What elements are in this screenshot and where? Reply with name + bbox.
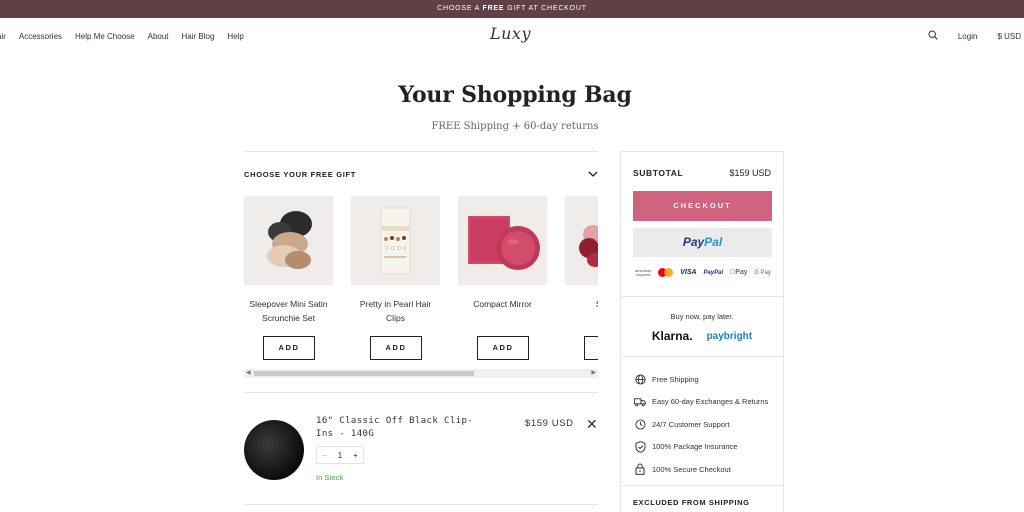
search-icon[interactable] [928, 30, 938, 42]
gift-carousel[interactable]: Sleepover Mini Satin Scrunchie Set ADD P… [244, 196, 598, 372]
paybright-logo[interactable]: paybright [707, 331, 753, 342]
benefit-exchanges: Easy 60-day Exchanges & Returns [633, 391, 768, 414]
free-gift-header[interactable]: CHOOSE YOUR FREE GIFT [244, 152, 598, 196]
nav-utility: Login $ USD [908, 18, 1021, 54]
checkout-button[interactable]: CHECKOUT [633, 191, 772, 221]
gift-item-name: Sleepover Mini Satin Scrunchie Set [249, 299, 328, 323]
gift-item: Sleepover Mini Satin Scrunchie Set ADD [244, 196, 333, 360]
klarna-logo[interactable]: Klarna. [652, 329, 693, 343]
benefit-label: Easy 60-day Exchanges & Returns [652, 397, 769, 407]
gift-item-name: Pretty in Pearl Hair Clips [359, 299, 432, 323]
google-pay-icon: G Pay [754, 269, 771, 276]
gift-item: Compact Mirror ADD [458, 196, 547, 360]
nav-link-help[interactable]: Help [227, 32, 243, 41]
promo-text-highlight: FREE [482, 5, 505, 12]
scroll-right-arrow-icon[interactable]: ▶ [591, 369, 596, 378]
benefit-support: 24/7 Customer Support [633, 413, 768, 436]
excluded-from-shipping-heading[interactable]: EXCLUDED FROM SHIPPING [633, 498, 750, 507]
subtotal-row: SUBTOTAL $159 USD [633, 168, 771, 178]
quantity-stepper: − 1 + [316, 446, 364, 464]
page-subtitle: FREE Shipping + 60-day returns [431, 121, 599, 132]
truck-icon [633, 395, 647, 409]
mastercard-icon [658, 268, 674, 277]
pearl-clips-image [351, 196, 440, 285]
scroll-left-arrow-icon[interactable]: ◀ [246, 369, 251, 378]
globe-icon [633, 372, 647, 386]
product-name[interactable]: 16" Classic Off Black Clip-Ins - 140G [316, 415, 476, 441]
apple-pay-label: Pay [734, 269, 747, 276]
gift-scrollbar[interactable]: ◀ ▶ [244, 369, 598, 378]
login-link[interactable]: Login [958, 32, 978, 41]
free-gift-title: CHOOSE YOUR FREE GIFT [244, 169, 357, 179]
visa-icon: VISA [680, 269, 697, 276]
benefit-label: 100% Package Insurance [652, 442, 738, 452]
payment-methods: americanexpress VISA PayPal Pay G Pay [635, 268, 771, 277]
page-title: Your Shopping Bag [398, 82, 632, 108]
gift-item-name: Compact Mirror [473, 299, 532, 309]
gift-item-name: Satin S [565, 297, 598, 311]
gift-item: Satin S ADD [565, 196, 598, 360]
nav-links: air Accessories Help Me Choose About Hai… [0, 18, 257, 54]
subtotal-label: SUBTOTAL [633, 168, 684, 178]
benefit-label: 100% Secure Checkout [652, 464, 731, 474]
cart-line-item: 16" Classic Off Black Clip-Ins - 140G $1… [244, 392, 598, 505]
promo-text-prefix: CHOOSE A [437, 5, 483, 12]
product-price: $159 USD [525, 418, 574, 429]
compact-mirror-image [458, 196, 547, 285]
benefit-secure-checkout: 100% Secure Checkout [633, 458, 768, 481]
benefit-label: Free Shipping [652, 374, 699, 384]
nav-link-help-me-choose[interactable]: Help Me Choose [75, 32, 135, 41]
apple-pay-icon: Pay [730, 269, 747, 276]
add-gift-button[interactable]: ADD [477, 336, 529, 360]
benefit-free-shipping: Free Shipping [633, 368, 768, 391]
nav-link-hair[interactable]: air [0, 32, 6, 41]
close-icon[interactable]: ✕ [586, 416, 598, 433]
promo-banner: CHOOSE A FREE GIFT AT CHECKOUT [0, 0, 1024, 18]
benefit-insurance: 100% Package Insurance [633, 436, 768, 459]
quantity-value[interactable]: 1 [338, 451, 342, 460]
brand-logo[interactable]: Luxy [490, 24, 531, 43]
chevron-down-icon[interactable] [588, 170, 598, 179]
order-summary: SUBTOTAL $159 USD CHECKOUT PayPal americ… [620, 151, 784, 512]
promo-text-suffix: GIFT AT CHECKOUT [504, 5, 587, 12]
bnpl-title: Buy now, pay later. [670, 312, 734, 321]
paypal-logo-part1: Pay [682, 235, 705, 249]
amex-icon: american express [635, 267, 652, 277]
free-gift-section: CHOOSE YOUR FREE GIFT Sleepover Mini Sat… [244, 151, 598, 372]
increase-quantity-button[interactable]: + [353, 451, 358, 460]
nav-link-about[interactable]: About [148, 32, 169, 41]
paypal-logo-part2: Pal [704, 235, 723, 249]
satin-scrunchie-image [565, 196, 598, 285]
scrunchie-set-image [244, 196, 333, 285]
paypal-icon: PayPal [703, 269, 724, 276]
divider [621, 296, 783, 297]
add-gift-button[interactable]: ADD [263, 336, 315, 360]
divider [621, 356, 783, 357]
top-navigation: air Accessories Help Me Choose About Hai… [0, 18, 1024, 54]
gift-item: Pretty in Pearl Hair Clips ADD [351, 196, 440, 360]
currency-selector[interactable]: $ USD [997, 32, 1021, 41]
divider [621, 485, 783, 486]
stock-status: In Stock [316, 473, 344, 482]
decrease-quantity-button[interactable]: − [322, 451, 327, 460]
subtotal-value: $159 USD [729, 168, 771, 178]
scrollbar-thumb[interactable] [254, 371, 474, 376]
clock-icon [633, 417, 647, 431]
shield-check-icon [633, 440, 647, 454]
lock-icon [633, 462, 647, 476]
product-image[interactable] [244, 420, 304, 480]
add-gift-button[interactable]: ADD [584, 336, 598, 360]
bnpl-logos: Klarna. paybright [621, 329, 783, 343]
add-gift-button[interactable]: ADD [370, 336, 422, 360]
nav-link-hair-blog[interactable]: Hair Blog [182, 32, 215, 41]
benefit-label: 24/7 Customer Support [652, 419, 730, 429]
paypal-button[interactable]: PayPal [633, 228, 772, 257]
benefits-list: Free Shipping Easy 60-day Exchanges & Re… [633, 368, 768, 481]
nav-link-accessories[interactable]: Accessories [19, 32, 62, 41]
